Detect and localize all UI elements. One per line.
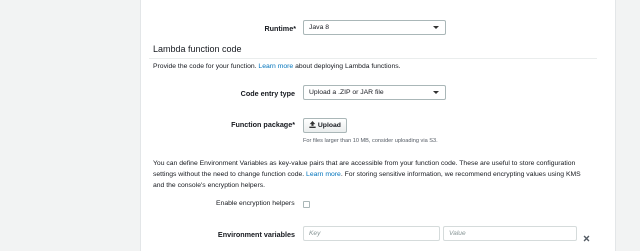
- close-icon[interactable]: [583, 229, 590, 242]
- env-learn-more-link[interactable]: Learn more: [306, 171, 341, 178]
- env-info-text: settings without the need to change func…: [153, 171, 305, 178]
- function-package-label: Function package*: [231, 120, 295, 129]
- encryption-helpers-label: Enable encryption helpers: [216, 200, 295, 207]
- code-entry-type-value: Upload a .ZIP or JAR file: [309, 89, 384, 96]
- upload-button-label: Upload: [317, 122, 341, 129]
- learn-more-link[interactable]: Learn more: [258, 63, 293, 70]
- section-divider: [149, 58, 597, 59]
- description-text: Provide the code for your function.: [153, 63, 257, 70]
- upload-button[interactable]: Upload: [303, 118, 347, 133]
- env-info-suffix: . For storing sensitive information, we …: [340, 171, 581, 178]
- code-entry-type-select[interactable]: Upload a .ZIP or JAR file: [303, 85, 446, 100]
- env-info-line2: settings without the need to change func…: [153, 171, 581, 178]
- runtime-select-value: Java 8: [309, 24, 330, 31]
- env-key-input[interactable]: [303, 226, 440, 241]
- runtime-label: Runtime*: [264, 24, 296, 33]
- env-vars-label: Environment variables: [217, 230, 295, 239]
- section-heading: Lambda function code: [153, 44, 242, 54]
- env-info-line1: You can define Environment Variables as …: [153, 160, 576, 167]
- upload-icon: [309, 121, 316, 128]
- code-entry-type-label: Code entry type: [240, 89, 295, 98]
- encryption-helpers-checkbox[interactable]: [303, 201, 310, 208]
- chevron-down-icon: [433, 91, 439, 94]
- upload-hint: For files larger than 10 MB, consider up…: [303, 138, 438, 144]
- chevron-down-icon: [433, 26, 439, 29]
- section-description: Provide the code for your function. Lear…: [153, 63, 401, 70]
- runtime-select[interactable]: Java 8: [303, 20, 446, 35]
- description-suffix: about deploying Lambda functions.: [295, 63, 401, 70]
- env-value-input[interactable]: [443, 226, 577, 241]
- env-info-line3: and the console's encryption helpers.: [153, 182, 266, 189]
